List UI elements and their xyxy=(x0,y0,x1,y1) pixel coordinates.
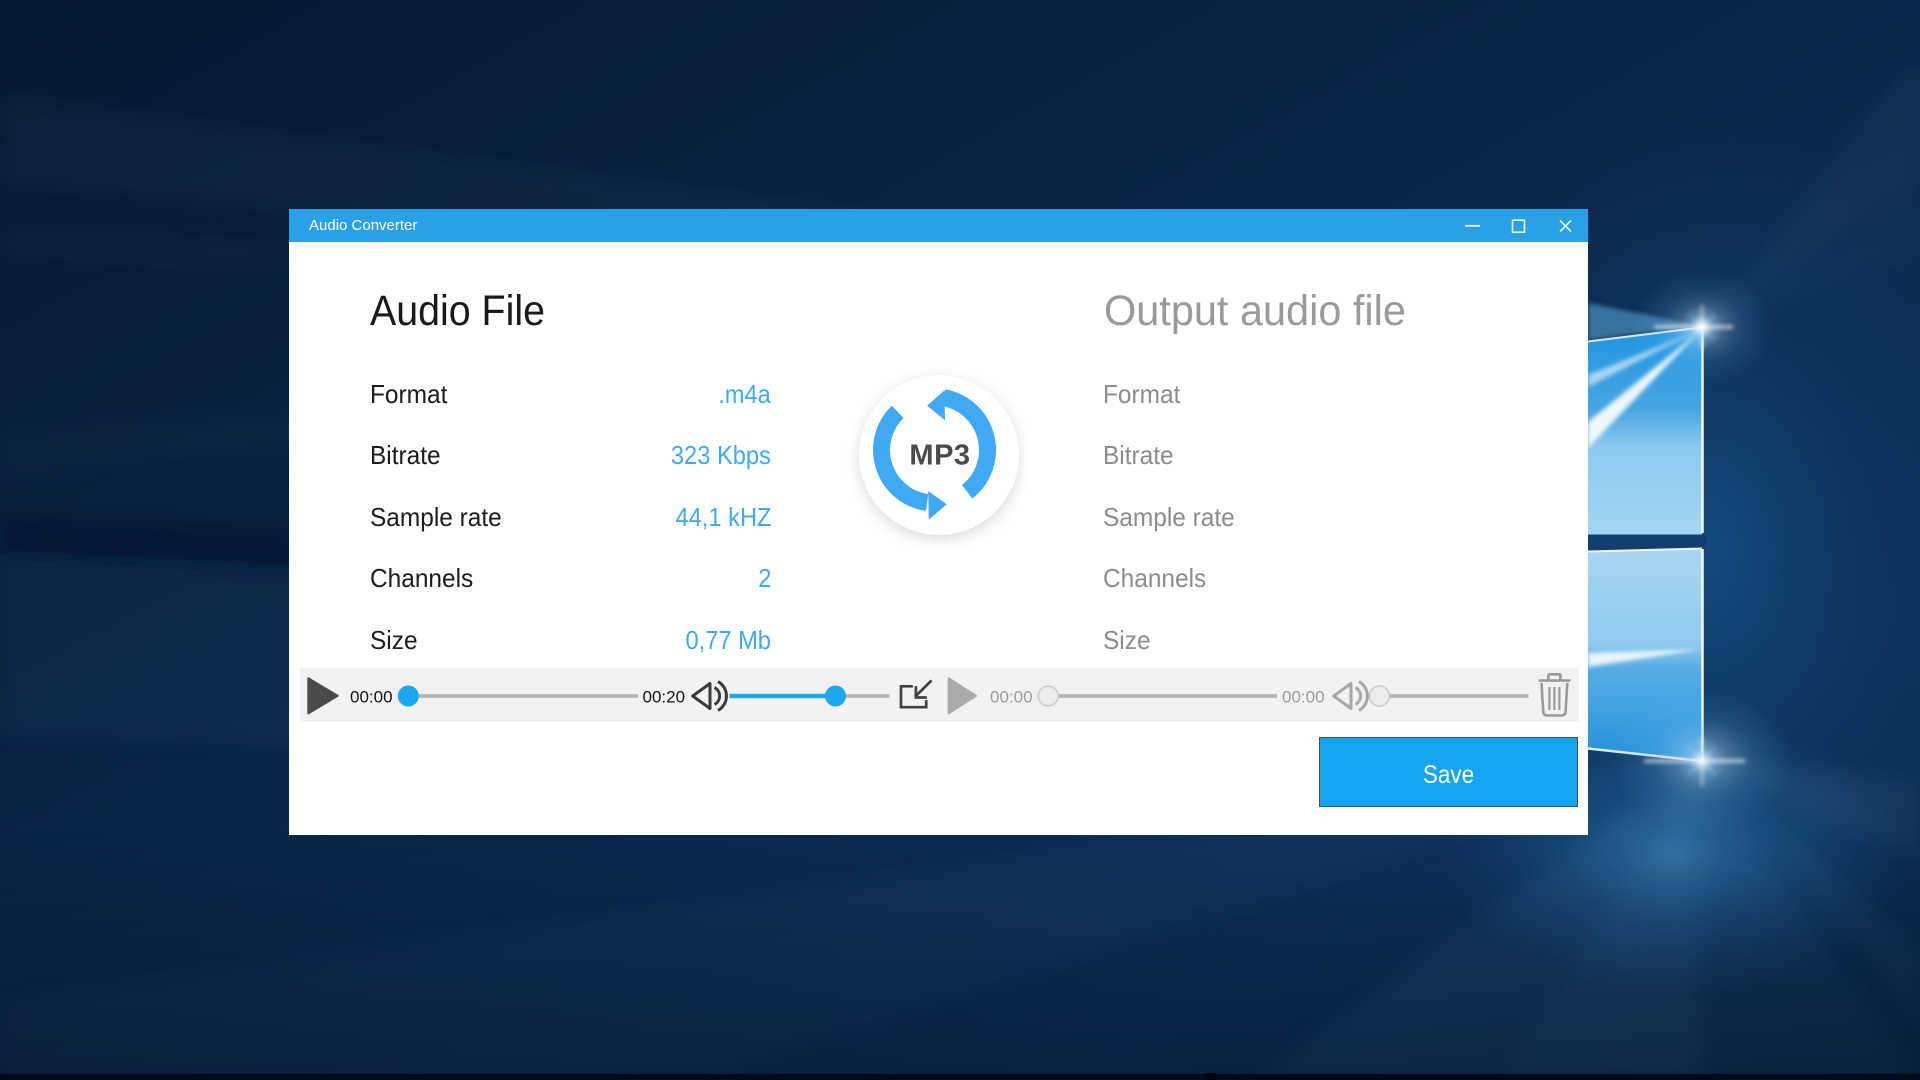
svg-text:00:00: 00:00 xyxy=(1282,688,1325,707)
svg-text:MP3: MP3 xyxy=(909,440,970,472)
svg-text:00:00: 00:00 xyxy=(350,688,393,707)
svg-text:00:20: 00:20 xyxy=(643,688,686,707)
svg-text:00:00: 00:00 xyxy=(990,688,1033,707)
